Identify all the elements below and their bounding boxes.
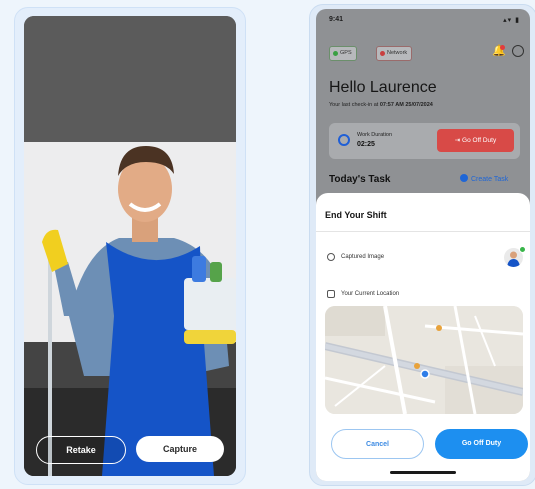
- app-screen: 9:41 ▴▾ ▮ GPS Network 🔔 Hello Laurence Y…: [316, 9, 530, 481]
- create-task-link[interactable]: Create Task: [460, 174, 508, 183]
- network-status-chip: Network: [376, 46, 413, 61]
- network-indicator-icon: [380, 51, 385, 56]
- work-duration-card: Work Duration 02:25 ⇥ Go Off Duty: [329, 123, 520, 159]
- todays-task-heading: Today's Task: [329, 174, 391, 185]
- exit-icon: ⇥: [454, 137, 463, 144]
- gps-indicator-icon: [333, 51, 338, 56]
- go-off-duty-header-button[interactable]: ⇥ Go Off Duty: [437, 129, 514, 152]
- camera-icon: [327, 253, 335, 261]
- status-icons: ▴▾ ▮: [503, 17, 520, 24]
- sheet-divider: [316, 231, 530, 232]
- capture-button[interactable]: Capture: [136, 436, 224, 462]
- greeting-title: Hello Laurence: [329, 79, 437, 96]
- camera-preview: Retake Capture: [24, 16, 236, 476]
- last-check-in-value: 07:57 AM 25/07/2024: [379, 102, 433, 108]
- current-location-map[interactable]: [325, 306, 523, 414]
- last-check-in-prefix: Your last check-in at: [329, 102, 379, 108]
- cancel-button[interactable]: Cancel: [331, 429, 424, 459]
- retake-button[interactable]: Retake: [36, 436, 126, 464]
- gps-chip-label: GPS: [340, 50, 352, 56]
- go-off-duty-button[interactable]: Go Off Duty: [435, 429, 528, 459]
- last-check-in-text: Your last check-in at 07:57 AM 25/07/202…: [329, 102, 433, 108]
- sheet-title: End Your Shift: [325, 210, 387, 220]
- work-duration-value: 02:25: [357, 141, 375, 148]
- captured-image-label: Captured Image: [341, 254, 385, 260]
- app-phone-frame: 9:41 ▴▾ ▮ GPS Network 🔔 Hello Laurence Y…: [309, 4, 535, 486]
- work-duration-label: Work Duration: [357, 132, 393, 138]
- home-indicator: [390, 471, 456, 474]
- gps-status-chip: GPS: [329, 46, 357, 61]
- end-shift-bottom-sheet: End Your Shift Captured Image Your Curre…: [316, 193, 530, 481]
- camera-phone-frame: Retake Capture: [14, 7, 246, 485]
- status-bar: 9:41 ▴▾ ▮: [316, 9, 530, 31]
- online-status-dot: [519, 246, 526, 253]
- network-chip-label: Network: [387, 50, 408, 56]
- location-icon: [327, 290, 335, 298]
- go-off-duty-header-label: Go Off Duty: [462, 137, 497, 144]
- camera-subject-photo: [42, 146, 236, 476]
- profile-icon[interactable]: [512, 45, 524, 57]
- status-time: 9:41: [329, 16, 344, 23]
- add-task-icon: [460, 174, 468, 182]
- notification-badge: [500, 45, 505, 50]
- create-task-label: Create Task: [471, 176, 509, 183]
- current-location-label: Your Current Location: [341, 291, 400, 297]
- timer-icon: [338, 134, 350, 146]
